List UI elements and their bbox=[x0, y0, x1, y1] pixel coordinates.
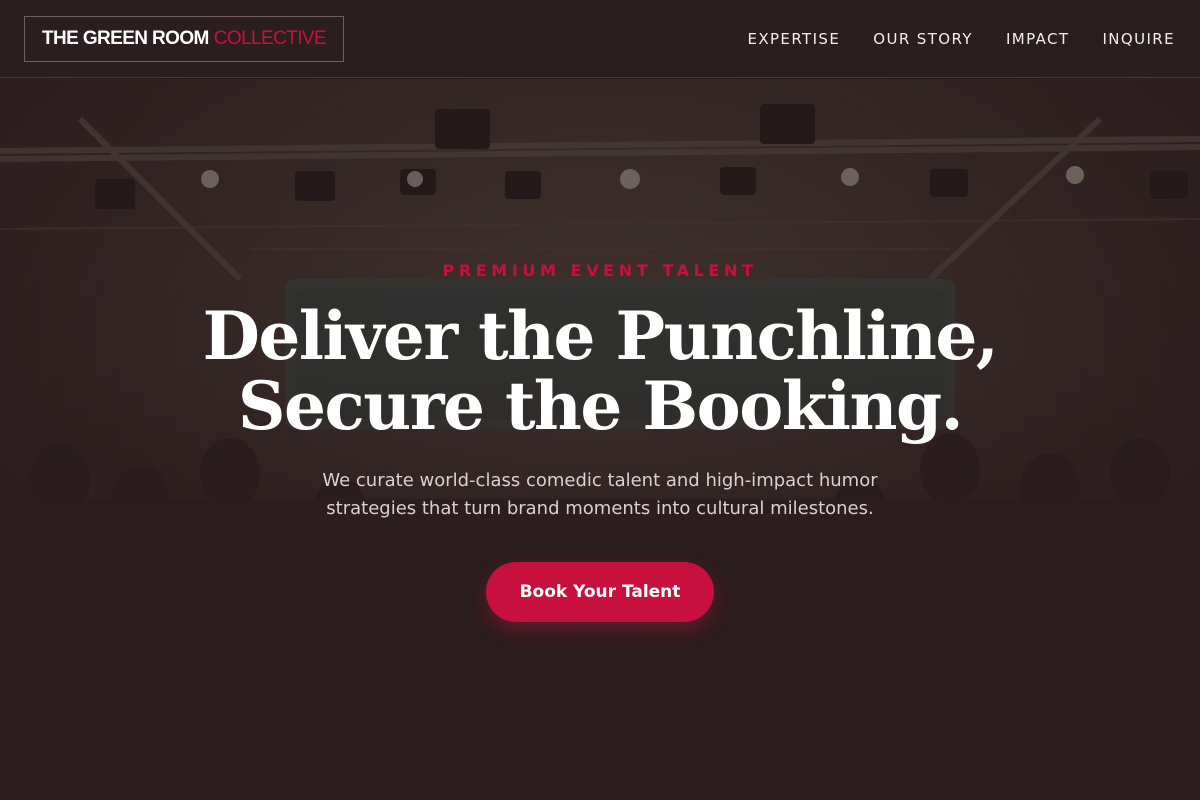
nav-item-impact[interactable]: IMPACT bbox=[1006, 30, 1070, 48]
book-talent-button[interactable]: Book Your Talent bbox=[486, 562, 714, 622]
site-header: THE GREEN ROOM COLLECTIVE EXPERTISE OUR … bbox=[0, 0, 1200, 78]
hero-eyebrow: PREMIUM EVENT TALENT bbox=[442, 261, 758, 280]
nav-item-expertise[interactable]: EXPERTISE bbox=[747, 30, 840, 48]
hero-headline-line-2: Secure the Booking. bbox=[237, 367, 964, 445]
nav-item-our-story[interactable]: OUR STORY bbox=[873, 30, 973, 48]
brand-accent: COLLECTIVE bbox=[213, 27, 327, 49]
hero-section: PREMIUM EVENT TALENT Deliver the Punchli… bbox=[0, 79, 1200, 800]
main-nav: EXPERTISE OUR STORY IMPACT INQUIRE bbox=[747, 30, 1176, 48]
hero-subtext: We curate world-class comedic talent and… bbox=[322, 470, 878, 519]
hero-headline: Deliver the Punchline, Secure the Bookin… bbox=[0, 301, 1200, 441]
hero-headline-line-1: Deliver the Punchline, bbox=[202, 297, 999, 375]
brand-logo[interactable]: THE GREEN ROOM COLLECTIVE bbox=[24, 15, 344, 62]
brand-name: THE GREEN ROOM bbox=[41, 27, 209, 49]
nav-item-inquire[interactable]: INQUIRE bbox=[1102, 30, 1175, 48]
